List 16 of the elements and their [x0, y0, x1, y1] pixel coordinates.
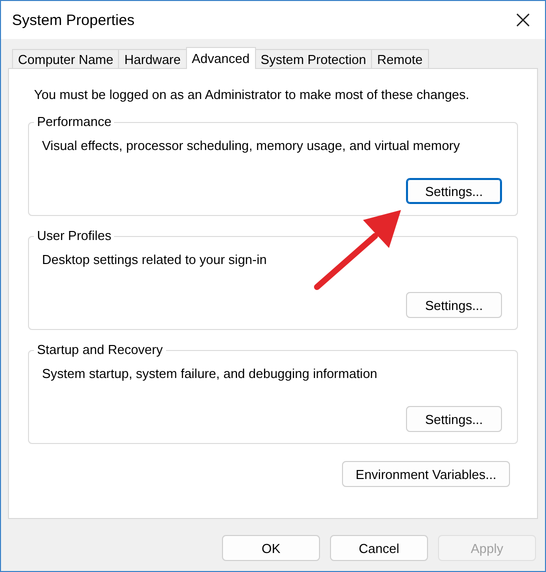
group-description: Visual effects, processor scheduling, memory usage, and virtual memory	[42, 138, 460, 154]
tab[interactable]: System Protection	[254, 49, 372, 68]
group-description: Desktop settings related to your sign-in	[42, 252, 267, 268]
dialog-button[interactable]: OK	[222, 535, 320, 561]
settings-button[interactable]: Settings...	[406, 292, 502, 318]
group-description: System startup, system failure, and debugging information	[42, 366, 378, 382]
tab[interactable]: Computer Name	[12, 49, 120, 68]
notice-text: You must be logged on as an Administrator to make most of these changes.	[34, 87, 470, 103]
settings-button[interactable]: Settings...	[406, 406, 502, 432]
group-title: Startup and Recovery	[34, 342, 166, 358]
settings-button[interactable]: Settings...	[406, 178, 502, 204]
tab[interactable]: Remote	[371, 49, 429, 68]
window-title: System Properties	[12, 12, 135, 28]
dialog-button[interactable]: Cancel	[330, 535, 428, 561]
environment-variables-button[interactable]: Environment Variables...	[342, 461, 510, 487]
tab[interactable]: Advanced	[186, 47, 256, 69]
